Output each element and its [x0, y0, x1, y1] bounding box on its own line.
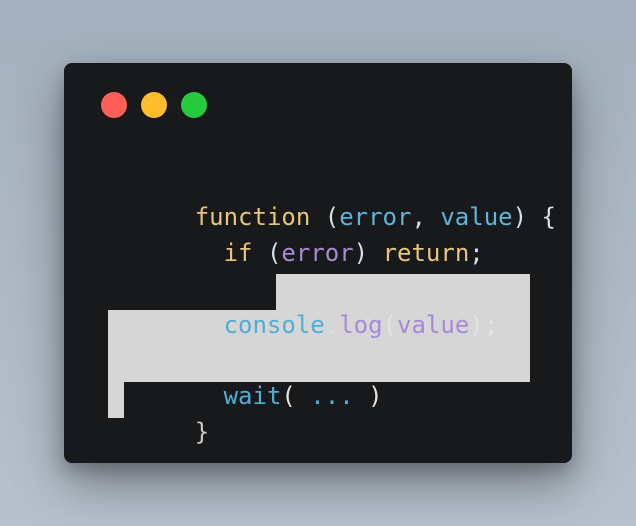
code-line-7: }: [108, 384, 209, 446]
code-area[interactable]: function (error, value) { if (error) ret…: [108, 167, 558, 447]
close-icon[interactable]: [101, 92, 127, 118]
object-console: console: [223, 311, 325, 339]
method-log: log: [339, 311, 383, 339]
minimize-icon[interactable]: [141, 92, 167, 118]
function-wait: wait: [223, 382, 282, 410]
keyword-return: return: [382, 239, 470, 267]
condition-error: error: [281, 239, 354, 267]
open-brace: {: [541, 203, 556, 231]
code-line-4: console.log(value);: [223, 311, 499, 339]
maximize-icon[interactable]: [181, 92, 207, 118]
argument-value: value: [397, 311, 470, 339]
code-line-6: wait( ... ): [223, 382, 383, 410]
closing-brace: }: [194, 418, 210, 446]
code-line-1: function (error, value) {: [194, 203, 556, 231]
code-line-2: if (error) return;: [223, 239, 484, 267]
keyword-if: if: [223, 239, 253, 267]
code-window: function (error, value) { if (error) ret…: [64, 63, 572, 463]
window-controls: [101, 92, 207, 118]
argument-ellipsis: ...: [295, 382, 369, 410]
